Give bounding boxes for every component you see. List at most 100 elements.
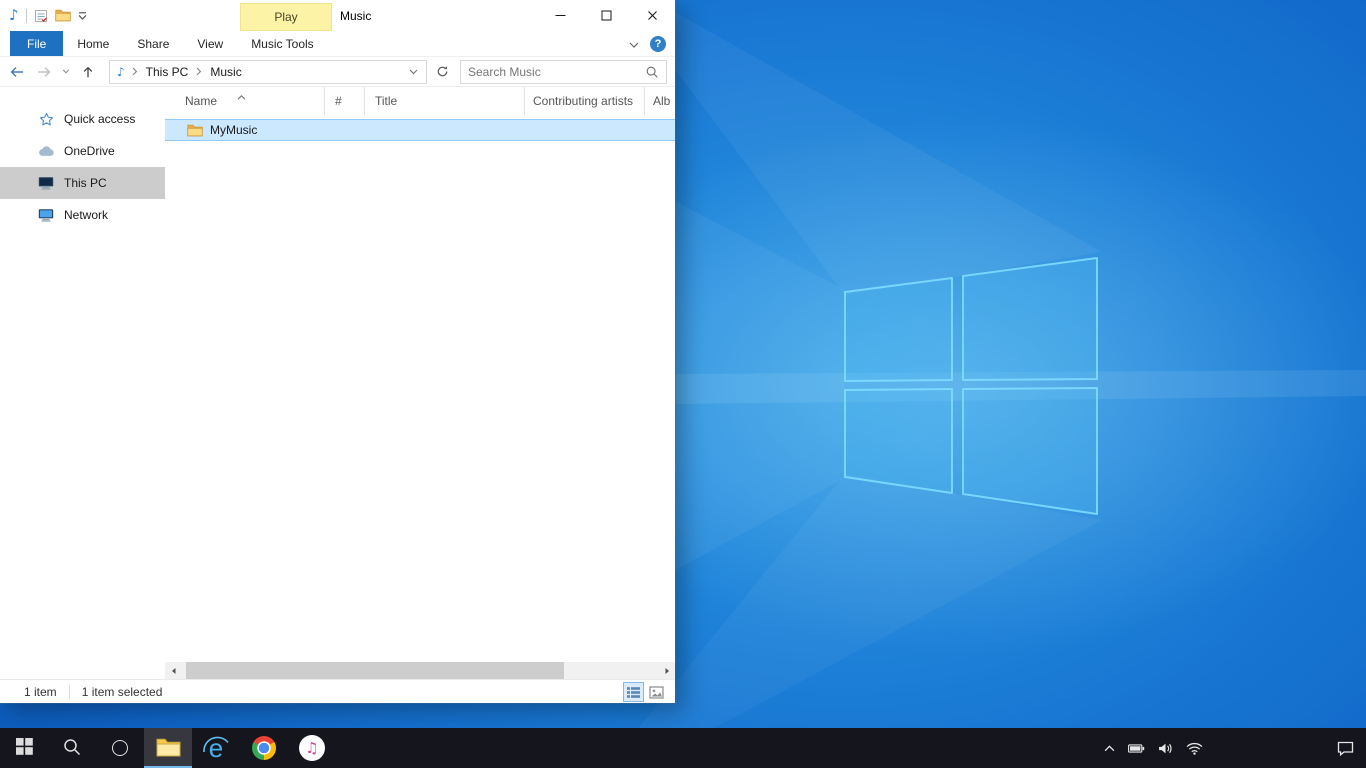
chevron-right-icon	[193, 67, 205, 76]
recent-locations-button[interactable]	[58, 59, 73, 84]
sidebar-item-label: This PC	[64, 176, 107, 190]
sidebar-item-label: Quick access	[64, 112, 135, 126]
chrome-icon	[252, 736, 276, 760]
taskbar-search-button[interactable]	[48, 728, 96, 768]
file-name: MyMusic	[210, 123, 257, 137]
file-list-pane: Name # Title Contributing artists Alb	[165, 87, 675, 679]
folder-icon	[187, 124, 203, 137]
system-tray	[1104, 728, 1366, 768]
sidebar-item-label: Network	[64, 208, 108, 222]
up-button[interactable]	[75, 59, 100, 84]
large-icons-view-button[interactable]	[646, 682, 667, 702]
file-row-mymusic[interactable]: MyMusic	[165, 119, 675, 141]
expand-ribbon-button[interactable]	[629, 37, 639, 51]
taskbar-chrome-button[interactable]	[240, 728, 288, 768]
sort-ascending-icon	[237, 89, 246, 103]
sidebar-item-network[interactable]: Network	[0, 199, 165, 231]
sidebar-item-onedrive[interactable]: OneDrive	[0, 135, 165, 167]
search-box[interactable]	[460, 60, 667, 84]
windows-logo-icon	[16, 738, 33, 758]
refresh-button[interactable]	[431, 60, 453, 84]
tab-file[interactable]: File	[10, 31, 63, 56]
details-view-button[interactable]	[623, 682, 644, 702]
close-button[interactable]	[629, 0, 675, 31]
column-header-title[interactable]: Title	[365, 87, 525, 115]
status-bar: 1 item 1 item selected	[0, 679, 675, 703]
music-note-icon: ♪	[9, 8, 19, 23]
qat-new-folder-button[interactable]	[55, 9, 71, 22]
qat-customize-button[interactable]	[78, 12, 87, 20]
address-dropdown-button[interactable]	[401, 61, 426, 83]
scroll-right-button[interactable]	[658, 662, 675, 679]
search-input[interactable]	[461, 65, 645, 79]
battery-icon[interactable]	[1128, 743, 1145, 754]
start-button[interactable]	[0, 728, 48, 768]
tab-view[interactable]: View	[183, 31, 237, 56]
action-center-button[interactable]	[1337, 741, 1354, 756]
column-header-number[interactable]: #	[325, 87, 365, 115]
cortana-icon	[112, 740, 128, 756]
tab-music-tools[interactable]: Music Tools	[237, 31, 327, 56]
navigation-pane: Quick access OneDrive This PC Network	[0, 87, 165, 679]
ie-icon: e	[201, 733, 231, 763]
column-headers: Name # Title Contributing artists Alb	[165, 87, 675, 115]
column-header-name[interactable]: Name	[165, 87, 325, 115]
sidebar-item-this-pc[interactable]: This PC	[0, 167, 165, 199]
item-count: 1 item	[24, 685, 57, 699]
column-header-contributing-artists[interactable]: Contributing artists	[525, 87, 645, 115]
forward-button[interactable]	[31, 59, 56, 84]
scrollbar-thumb[interactable]	[186, 662, 564, 679]
separator	[26, 9, 27, 23]
wifi-icon[interactable]	[1186, 742, 1203, 755]
taskbar-file-explorer-button[interactable]	[144, 728, 192, 768]
file-explorer-window: ♪ Play Music File	[0, 0, 675, 703]
hidden-icons-button[interactable]	[1104, 745, 1115, 752]
music-note-icon: ♪	[117, 66, 125, 78]
qat-properties-button[interactable]	[34, 9, 48, 23]
column-label: #	[335, 94, 342, 108]
help-button[interactable]: ?	[650, 36, 666, 52]
separator	[69, 685, 70, 699]
column-header-album[interactable]: Alb	[645, 87, 675, 115]
column-label: Alb	[653, 94, 670, 108]
column-label: Name	[185, 94, 217, 108]
computer-icon	[37, 176, 55, 190]
selection-count: 1 item selected	[82, 685, 163, 699]
tab-share[interactable]: Share	[123, 31, 183, 56]
minimize-button[interactable]	[537, 0, 583, 31]
taskbar-itunes-button[interactable]: ♫	[288, 728, 336, 768]
contextual-tab-group-play[interactable]: Play	[240, 3, 332, 31]
sidebar-item-label: OneDrive	[64, 144, 115, 158]
cortana-button[interactable]	[96, 728, 144, 768]
back-button[interactable]	[4, 59, 29, 84]
caption-buttons	[537, 0, 675, 31]
chevron-right-icon	[129, 67, 141, 76]
column-label: Title	[375, 94, 397, 108]
cloud-icon	[37, 145, 55, 157]
tab-home[interactable]: Home	[63, 31, 123, 56]
column-label: Contributing artists	[533, 94, 633, 108]
music-note-icon: ♫	[299, 735, 325, 761]
file-list-empty-area[interactable]: MyMusic	[165, 115, 675, 662]
folder-icon	[156, 737, 181, 760]
ribbon-tab-row: File Home Share View Music Tools ?	[0, 31, 675, 57]
star-icon	[37, 112, 55, 127]
breadcrumb-music[interactable]: Music	[205, 65, 246, 79]
taskbar: e ♫	[0, 728, 1366, 768]
search-icon	[62, 737, 82, 760]
titlebar[interactable]: ♪ Play Music	[0, 0, 675, 31]
window-title: Music	[340, 0, 371, 31]
maximize-button[interactable]	[583, 0, 629, 31]
scroll-left-button[interactable]	[165, 662, 182, 679]
quick-access-toolbar: ♪	[0, 8, 87, 23]
speaker-icon[interactable]	[1158, 742, 1173, 755]
network-icon	[37, 208, 55, 222]
taskbar-internet-explorer-button[interactable]: e	[192, 728, 240, 768]
breadcrumb-this-pc[interactable]: This PC	[141, 65, 194, 79]
navigation-bar: ♪ This PC Music	[0, 57, 675, 87]
scrollbar-track[interactable]	[182, 662, 658, 679]
search-icon[interactable]	[645, 65, 659, 79]
address-bar[interactable]: ♪ This PC Music	[109, 60, 427, 84]
horizontal-scrollbar[interactable]	[165, 662, 675, 679]
sidebar-item-quick-access[interactable]: Quick access	[0, 103, 165, 135]
